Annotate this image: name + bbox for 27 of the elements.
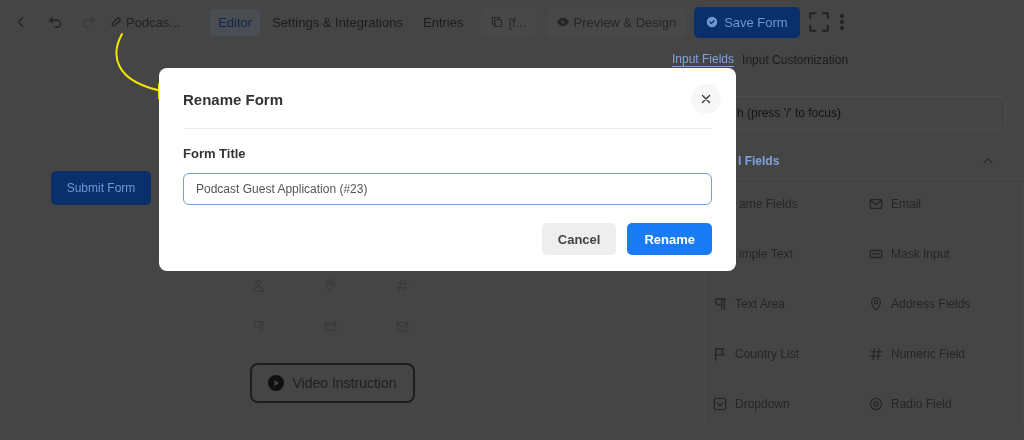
flag-icon bbox=[713, 347, 727, 361]
more-icon[interactable] bbox=[838, 14, 845, 30]
play-icon bbox=[268, 375, 285, 391]
paragraph-icon bbox=[713, 297, 727, 311]
check-circle-icon bbox=[706, 16, 719, 28]
pencil-icon bbox=[110, 16, 122, 28]
section-title: l Fields bbox=[738, 154, 780, 168]
dropdown-icon bbox=[713, 397, 727, 411]
form-title-field[interactable]: Podcast Guest Application (#23) bbox=[183, 173, 712, 205]
dialog-title: Rename Form bbox=[183, 90, 284, 108]
input-box-icon bbox=[869, 247, 883, 261]
field-label: Form Title bbox=[183, 146, 247, 161]
tab[interactable]: Input Fields bbox=[672, 52, 735, 67]
fullscreen-icon[interactable] bbox=[808, 12, 829, 32]
copy-icon bbox=[491, 16, 504, 28]
pin-icon bbox=[869, 297, 883, 311]
hash-icon bbox=[869, 347, 883, 361]
tab[interactable]: Editor bbox=[210, 8, 261, 36]
envelope-icon bbox=[869, 197, 883, 211]
undo-icon[interactable] bbox=[48, 15, 62, 29]
eye-icon bbox=[556, 16, 569, 28]
radio-icon bbox=[869, 397, 883, 411]
submit-button[interactable]: Submit Form bbox=[51, 171, 151, 205]
close-icon[interactable] bbox=[691, 84, 721, 114]
rename-button[interactable]: Rename bbox=[627, 223, 712, 255]
cancel-button[interactable]: Cancel bbox=[541, 223, 617, 255]
save-button[interactable]: Save Form bbox=[694, 6, 800, 38]
